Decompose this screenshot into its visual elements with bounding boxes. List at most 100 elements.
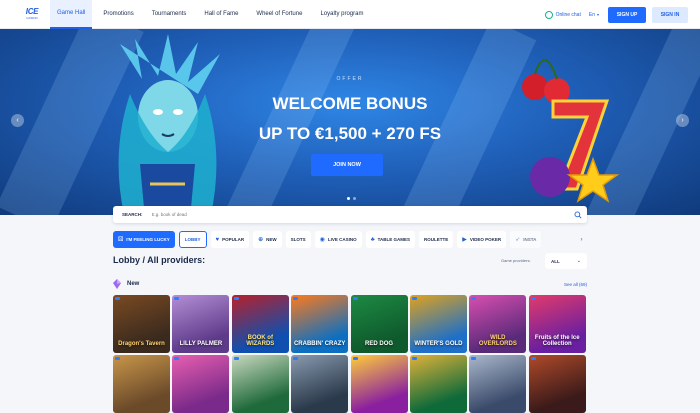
hero-title: WELCOME BONUS (272, 94, 428, 113)
game-title (258, 407, 262, 413)
game-tile[interactable]: LILLY PALMER (172, 295, 230, 353)
game-title: WILD OVERLORDS (478, 335, 517, 347)
category-tab-slots[interactable]: SLOTS (285, 231, 311, 248)
hero-banner[interactable]: OFFER WELCOME BONUS UP TO €1,500 + 270 F… (0, 29, 700, 215)
category-tab-lobby[interactable]: LOBBY (178, 231, 207, 248)
provider-badge (293, 297, 299, 300)
online-chat-link[interactable]: Online chat (544, 10, 581, 19)
slide-dot[interactable] (353, 197, 356, 200)
provider-badge (293, 357, 299, 360)
nav-item-wheel-of-fortune[interactable]: Wheel of Fortune (249, 0, 309, 29)
category-label: TABLE GAMES (377, 237, 411, 242)
game-tile[interactable]: CRABBIN' CRAZY (291, 295, 349, 353)
game-tile[interactable] (172, 355, 230, 413)
provider-badge (233, 297, 239, 300)
dice-icon: ⚄ (118, 237, 124, 243)
search-input[interactable] (151, 208, 574, 221)
sign-up-button[interactable]: SIGN UP (608, 6, 646, 23)
category-label: INSTA (523, 237, 537, 242)
category-label: POPULAR (222, 237, 245, 242)
top-header: ICE CASINO Game Hall Promotions Tournament… (0, 0, 700, 29)
game-tile[interactable]: WILD OVERLORDS (469, 295, 527, 353)
chevron-right-icon[interactable]: › (576, 234, 587, 245)
game-tile[interactable] (231, 355, 289, 413)
heart-icon: ♥ (215, 236, 220, 243)
game-title: RED DOG (365, 341, 394, 347)
live-icon: ◉ (319, 237, 325, 243)
header-actions: Online chat En ▾ SIGN UP SIGN IN (544, 0, 688, 29)
provider-badge (233, 357, 239, 360)
category-tab-video-poker[interactable]: ▶ VIDEO POKER (457, 231, 507, 248)
chat-icon (544, 10, 553, 19)
game-tile[interactable]: RED DOG (350, 295, 408, 353)
game-tile[interactable] (113, 355, 170, 413)
game-title (199, 407, 203, 413)
language-selector[interactable]: En ▾ (589, 12, 599, 18)
game-tile[interactable]: WINTER'S GOLD (409, 295, 467, 353)
game-title: CRABBIN' CRAZY (293, 341, 346, 347)
provider-badge (352, 297, 358, 300)
game-title: Dragon's Tavern (118, 341, 165, 347)
game-grid: Dragon's Tavern LILLY PALMER BOOK of WIZAR… (113, 295, 587, 413)
category-tab-table-games[interactable]: ♣ TABLE GAMES (365, 231, 416, 248)
language-label: En (588, 11, 595, 18)
slide-dot[interactable] (347, 197, 350, 200)
join-now-button[interactable]: JOIN NOW (311, 154, 383, 176)
game-title (140, 407, 144, 413)
nav-item-promotions[interactable]: Promotions (96, 0, 140, 29)
game-tile[interactable] (409, 355, 467, 413)
category-label: LOBBY (184, 237, 201, 242)
category-tab-roulette[interactable]: ROULETTE (419, 231, 454, 248)
provider-badge (530, 357, 536, 360)
chevron-right-icon[interactable]: › (676, 114, 689, 127)
search-label: SEARCH: (122, 212, 143, 217)
game-tile[interactable]: Fruits of the Ice Collection (528, 295, 586, 353)
category-label: SLOTS (290, 237, 306, 242)
category-tab-i-m-feeling-lucky[interactable]: ⚄ I'M FEELING LUCKY (113, 231, 175, 248)
providers-select[interactable]: ALL ⌄ (545, 253, 587, 269)
video-icon: ▶ (462, 237, 467, 243)
category-label: NEW (266, 237, 277, 242)
providers-value: ALL (551, 258, 560, 264)
brand-logo[interactable]: ICE CASINO (22, 7, 42, 21)
game-tile[interactable]: Dragon's Tavern (113, 295, 170, 353)
providers-label: Game providers: (501, 258, 531, 263)
hero-eyebrow: OFFER (336, 76, 364, 82)
game-title (496, 407, 500, 413)
provider-badge (411, 357, 417, 360)
category-tab-live-casino[interactable]: ◉ LIVE CASINO (314, 231, 362, 248)
game-tile[interactable]: BOOK of WIZARDS (231, 295, 289, 353)
club-icon: ♣ (370, 236, 375, 243)
provider-badge (174, 357, 180, 360)
game-title: LILLY PALMER (179, 341, 223, 347)
slide-indicators (347, 197, 359, 200)
game-tile[interactable] (528, 355, 586, 413)
category-tab-insta[interactable]: ➶ INSTA (510, 231, 542, 248)
game-tile[interactable] (291, 355, 349, 413)
chevron-left-icon[interactable]: ‹ (11, 114, 24, 127)
category-tab-popular[interactable]: ♥ POPULAR (210, 231, 250, 248)
search-icon[interactable] (574, 211, 582, 219)
provider-badge (530, 297, 536, 300)
see-all-link[interactable]: See all (69) (564, 282, 587, 287)
nav-item-game-hall[interactable]: Game Hall (50, 0, 93, 29)
provider-badge (352, 357, 358, 360)
sign-in-button[interactable]: SIGN IN (652, 6, 688, 23)
category-tab-new[interactable]: ⊕ NEW (253, 231, 282, 248)
game-search-bar: SEARCH: (113, 206, 587, 223)
game-title: Fruits of the Ice Collection (534, 335, 580, 347)
game-title (555, 407, 559, 413)
game-title (377, 407, 381, 413)
nav-item-tournaments[interactable]: Tournaments (145, 0, 194, 29)
provider-badge (115, 297, 120, 300)
nav-item-loyalty-program[interactable]: Loyalty program (313, 0, 370, 29)
new-section-header: New See all (69) (113, 278, 587, 290)
chat-label: Online chat (555, 11, 581, 18)
category-label: LIVE CASINO (327, 237, 357, 242)
game-tile[interactable] (469, 355, 527, 413)
nav-item-hall-of-fame[interactable]: Hall of Fame (197, 0, 245, 29)
provider-badge (411, 297, 417, 300)
game-tile[interactable] (350, 355, 408, 413)
category-tabs: ⚄ I'M FEELING LUCKY LOBBY ♥ POPULAR ⊕ NEW SLOTS… (113, 231, 587, 248)
logo-text: ICE (25, 7, 39, 16)
